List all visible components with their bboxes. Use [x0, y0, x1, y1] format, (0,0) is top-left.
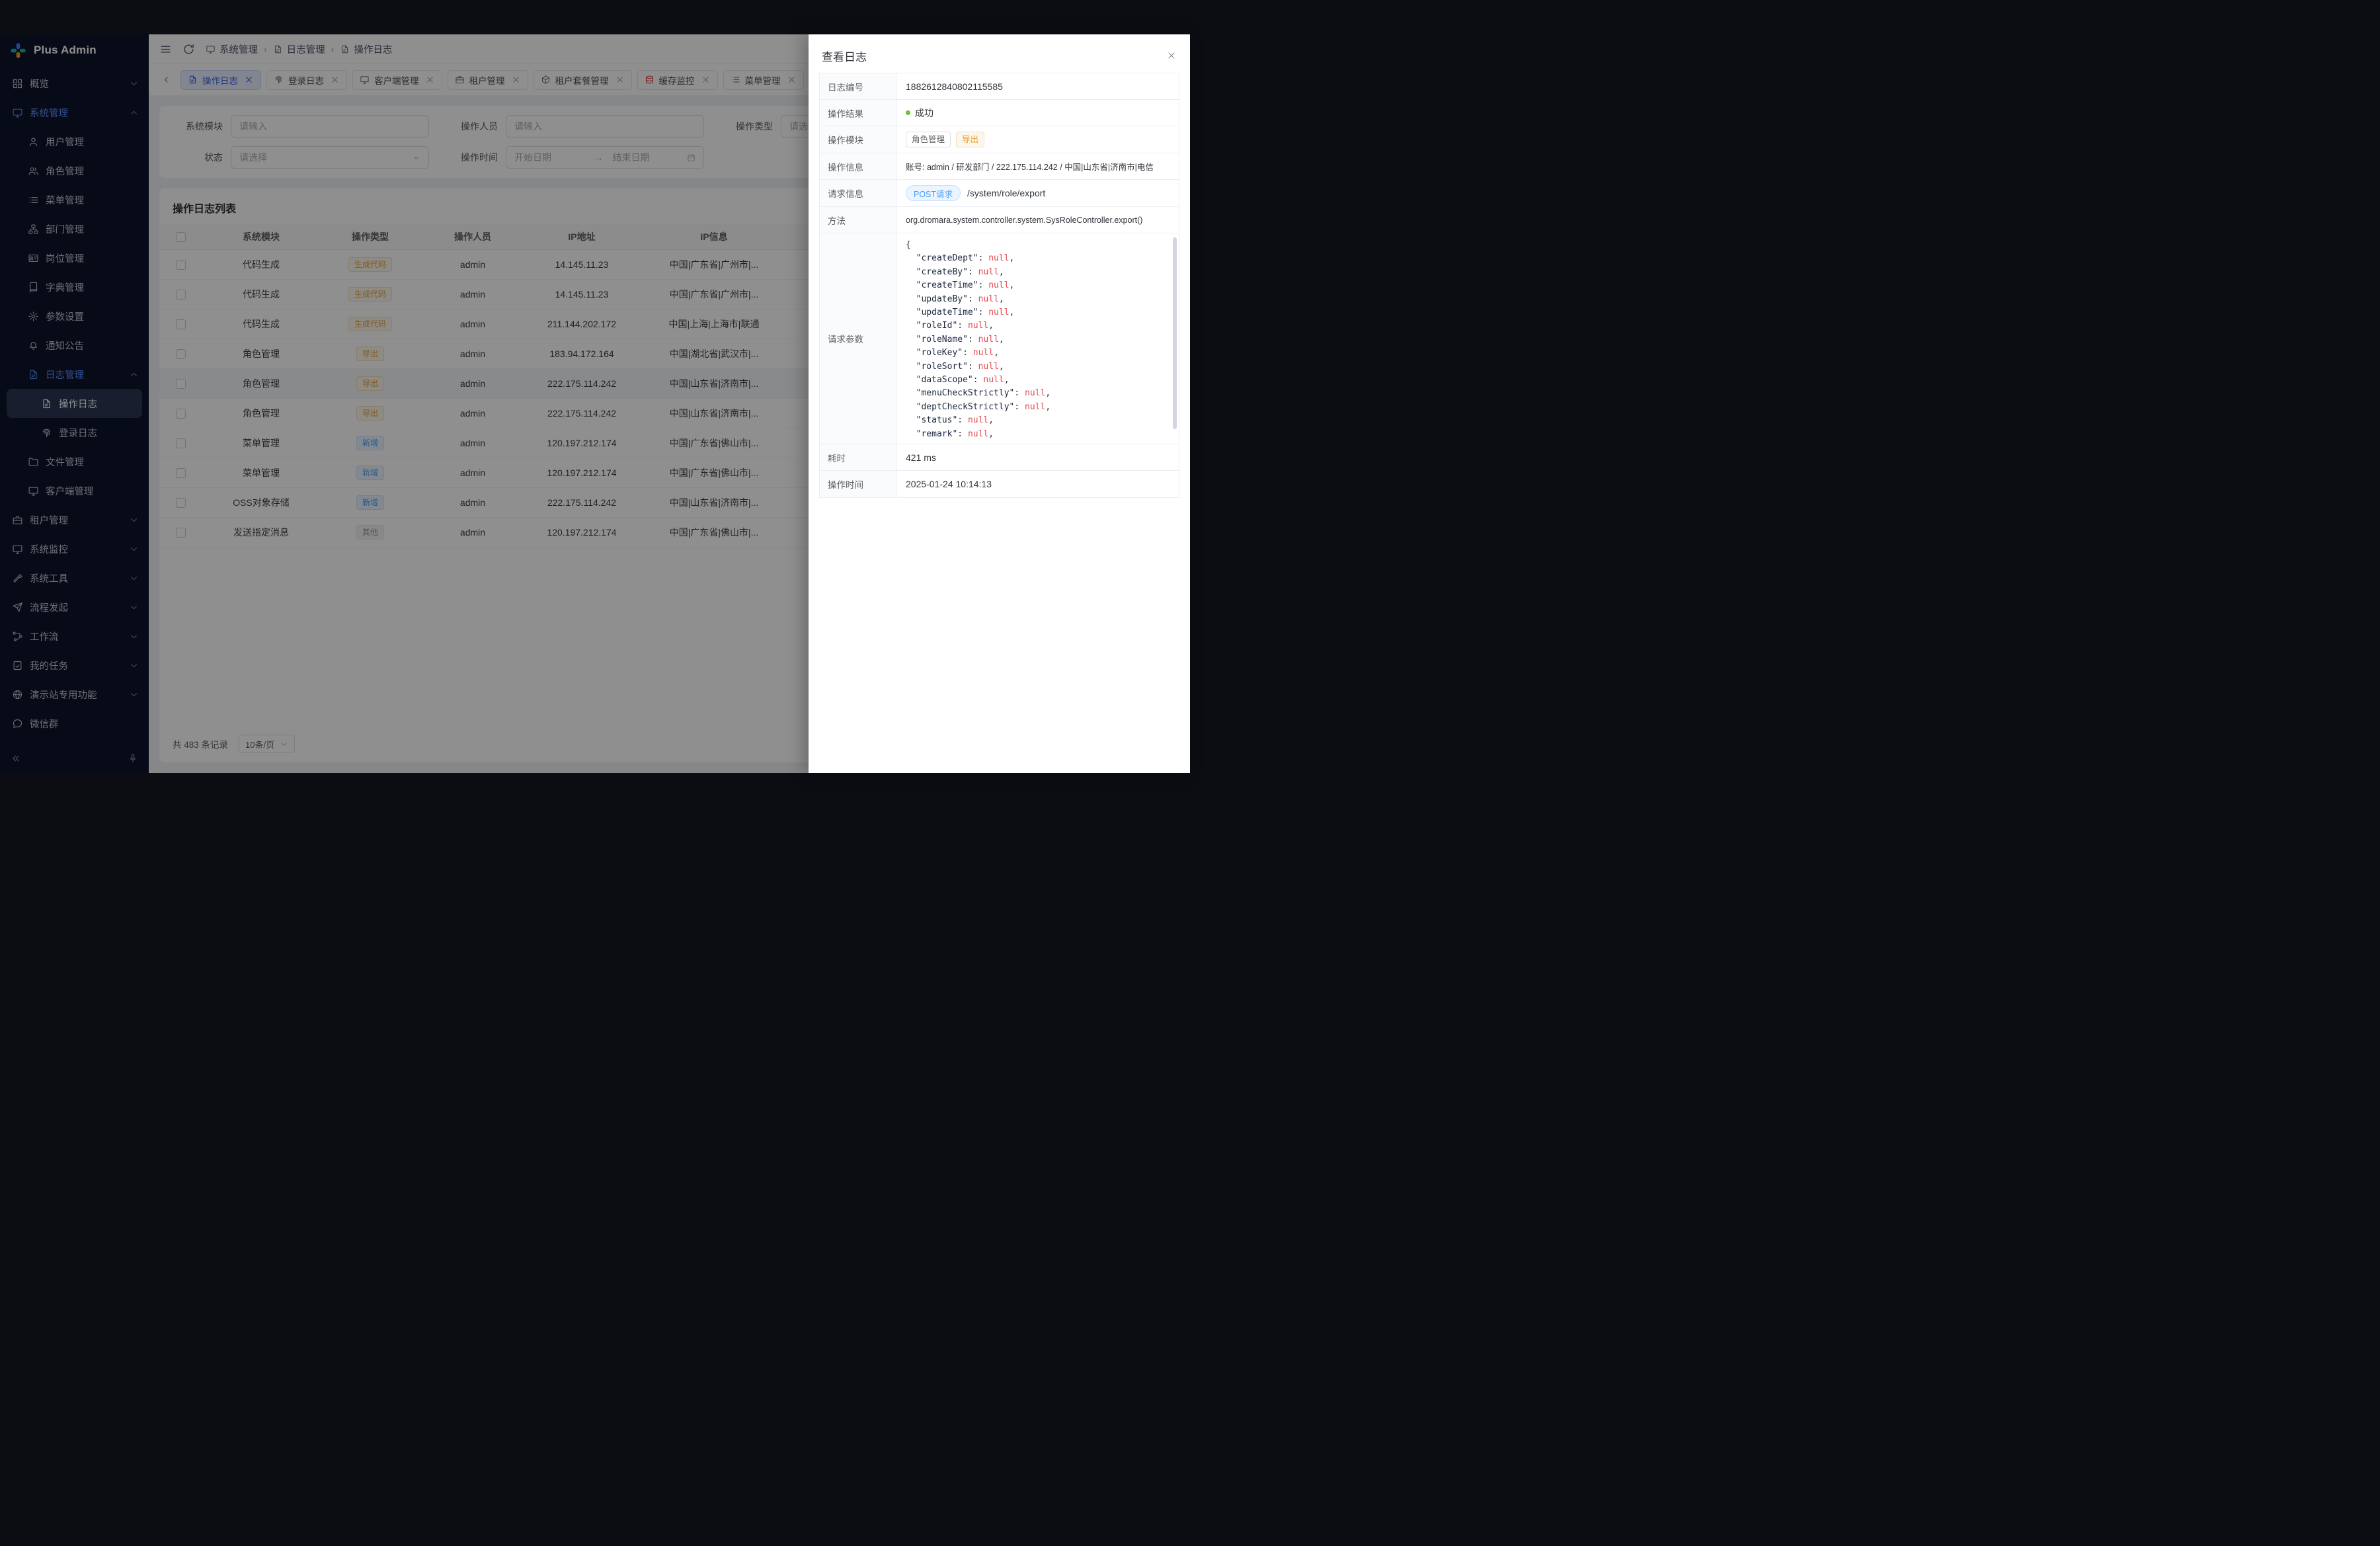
- field-value: 421 ms: [906, 452, 936, 463]
- success-dot: [906, 110, 910, 115]
- field-label: 耗时: [820, 444, 896, 470]
- view-log-drawer: 查看日志 日志编号 1882612840802115585 操作结果 成功操作模块角色…: [809, 34, 1190, 773]
- field-label: 操作结果: [820, 100, 896, 126]
- field-label: 请求参数: [820, 233, 896, 444]
- request-params-code[interactable]: { "createDept": null, "createBy": null, …: [896, 233, 1179, 444]
- field-label: 日志编号: [820, 73, 896, 99]
- field-label: 方法: [820, 207, 896, 233]
- field-label: 操作模块: [820, 126, 896, 153]
- drawer-field-row: 请求参数{ "createDept": null, "createBy": nu…: [820, 233, 1179, 444]
- field-value: 2025-01-24 10:14:13: [906, 479, 992, 489]
- field-value: 1882612840802115585: [906, 81, 1003, 92]
- field-label: 操作时间: [820, 471, 896, 497]
- json-code: { "createDept": null, "createBy": null, …: [906, 239, 1167, 441]
- module-tag: 角色管理: [906, 132, 951, 147]
- drawer-field-row: 操作时间 2025-01-24 10:14:13: [820, 471, 1179, 497]
- drawer-field-row: 方法 org.dromara.system.controller.system.S…: [820, 207, 1179, 233]
- field-label: 操作信息: [820, 153, 896, 179]
- http-method-tag: POST请求: [906, 185, 961, 201]
- drawer-field-row: 操作信息账号: admin / 研发部门 / 222.175.114.242 /…: [820, 153, 1179, 180]
- log-detail-descriptions: 日志编号1882612840802115585操作结果成功操作模块角色管理导出操…: [819, 73, 1179, 498]
- app: Plus Admin 概览系统管理用户管理角色管理菜单管理部门管理岗位管理字典管…: [0, 34, 1190, 773]
- code-scrollbar[interactable]: [1173, 237, 1177, 429]
- request-url: /system/role/export: [967, 188, 1045, 198]
- field-value: 成功: [915, 106, 933, 120]
- drawer-title: 查看日志: [822, 48, 867, 64]
- drawer-field-row: 耗时 421 ms: [820, 444, 1179, 471]
- drawer-field-row: 操作结果 成功: [820, 100, 1179, 126]
- drawer-header: 查看日志: [809, 34, 1190, 69]
- window-chrome-strip: [0, 0, 1190, 34]
- drawer-field-row: 日志编号 1882612840802115585: [820, 73, 1179, 100]
- field-value: 账号: admin / 研发部门 / 222.175.114.242 / 中国|…: [906, 160, 1154, 173]
- drawer-field-row: 请求信息 POST请求/system/role/export: [820, 180, 1179, 207]
- module-tag: 导出: [956, 132, 984, 147]
- screen: Plus Admin 概览系统管理用户管理角色管理菜单管理部门管理岗位管理字典管…: [0, 0, 1190, 773]
- field-label: 请求信息: [820, 180, 896, 206]
- drawer-field-row: 操作模块角色管理导出: [820, 126, 1179, 153]
- field-value: org.dromara.system.controller.system.Sys…: [906, 216, 1142, 225]
- drawer-close-icon[interactable]: [1166, 50, 1177, 61]
